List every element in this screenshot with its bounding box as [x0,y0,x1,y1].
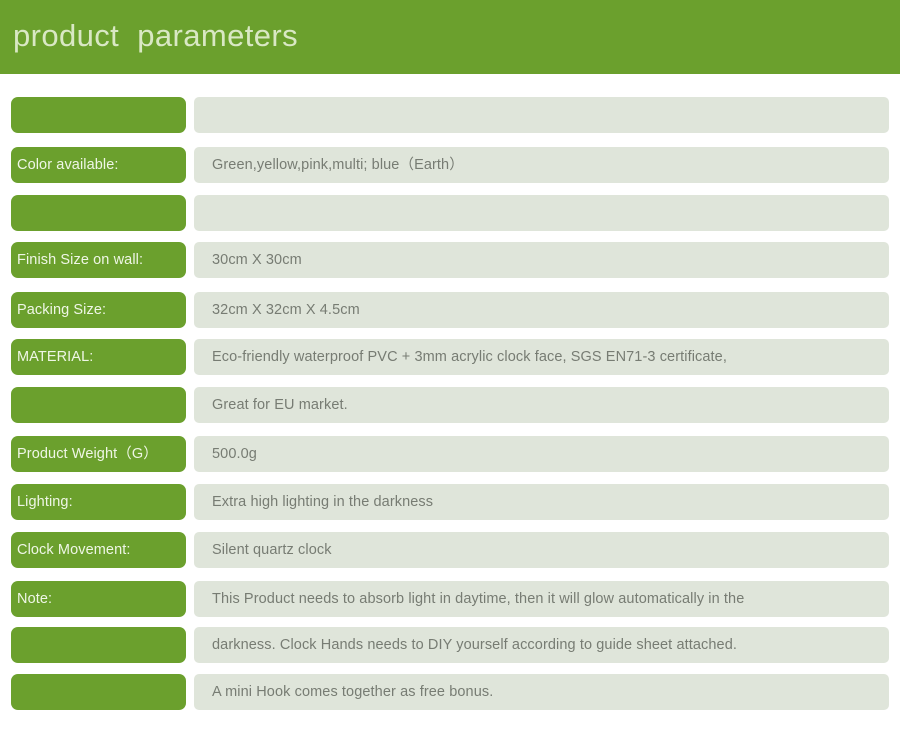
table-row: Color available: Green,yellow,pink,multi;… [0,147,900,183]
parameter-value-pill: 500.0g [194,436,889,472]
table-row: Product Weight（G） 500.0g [0,436,900,472]
parameter-value-pill: 32cm X 32cm X 4.5cm [194,292,889,328]
parameter-label-text: Packing Size: [17,302,107,318]
parameter-value-text: 32cm X 32cm X 4.5cm [212,302,360,318]
parameter-label-pill [11,674,186,710]
parameter-label-pill: Color available: [11,147,186,183]
table-row: Great for EU market. [0,387,900,423]
table-row: Clock Movement: Silent quartz clock [0,532,900,568]
product-parameters-page: product parameters Color available: Green… [0,0,900,736]
parameter-label-text: MATERIAL: [17,349,94,365]
table-row: Lighting: Extra high lighting in the dark… [0,484,900,520]
parameter-label-pill: Product Weight（G） [11,436,186,472]
parameter-label-text: Clock Movement: [17,542,131,558]
parameter-value-text: 30cm X 30cm [212,252,302,268]
parameter-value-pill [194,195,889,231]
parameter-label-pill: Lighting: [11,484,186,520]
parameter-label-pill [11,387,186,423]
parameter-label-pill: Finish Size on wall: [11,242,186,278]
parameter-label-text: Lighting: [17,494,73,510]
parameter-label-pill [11,97,186,133]
parameter-value-pill: Great for EU market. [194,387,889,423]
table-row: darkness. Clock Hands needs to DIY yours… [0,627,900,663]
parameter-value-pill: 30cm X 30cm [194,242,889,278]
parameter-value-text: This Product needs to absorb light in da… [212,591,745,607]
table-row: Packing Size: 32cm X 32cm X 4.5cm [0,292,900,328]
table-row: A mini Hook comes together as free bonus… [0,674,900,710]
parameter-value-text: Extra high lighting in the darkness [212,494,434,510]
page-header-banner: product parameters [0,0,900,74]
parameter-label-text: Product Weight（G） [17,446,158,462]
parameter-value-pill: A mini Hook comes together as free bonus… [194,674,889,710]
parameter-label-text: Note: [17,591,53,607]
parameter-label-pill: MATERIAL: [11,339,186,375]
parameter-label-pill: Note: [11,581,186,617]
parameter-value-text: Great for EU market. [212,397,348,413]
parameter-value-pill: This Product needs to absorb light in da… [194,581,889,617]
parameters-table: Color available: Green,yellow,pink,multi;… [0,74,900,736]
parameter-value-pill: Extra high lighting in the darkness [194,484,889,520]
parameter-value-text: Silent quartz clock [212,542,332,558]
table-row [0,97,900,133]
parameter-label-text: Color available: [17,157,119,173]
table-row: Finish Size on wall: 30cm X 30cm [0,242,900,278]
parameter-value-pill: Silent quartz clock [194,532,889,568]
parameter-value-text: 500.0g [212,446,257,462]
parameter-value-pill: Eco-friendly waterproof PVC + 3mm acryli… [194,339,889,375]
parameter-label-pill: Clock Movement: [11,532,186,568]
parameter-label-pill [11,627,186,663]
table-row [0,195,900,231]
table-row: Note: This Product needs to absorb light … [0,581,900,617]
parameter-value-text: Green,yellow,pink,multi; blue（Earth） [212,157,464,173]
parameter-label-pill [11,195,186,231]
parameter-value-text: darkness. Clock Hands needs to DIY yours… [212,637,737,653]
parameter-value-pill [194,97,889,133]
parameter-label-pill: Packing Size: [11,292,186,328]
table-row: MATERIAL: Eco-friendly waterproof PVC + 3… [0,339,900,375]
parameter-value-text: Eco-friendly waterproof PVC + 3mm acryli… [212,349,727,365]
parameter-value-pill: darkness. Clock Hands needs to DIY yours… [194,627,889,663]
parameter-value-pill: Green,yellow,pink,multi; blue（Earth） [194,147,889,183]
page-title: product parameters [13,18,299,53]
parameter-label-text: Finish Size on wall: [17,252,144,268]
parameter-value-text: A mini Hook comes together as free bonus… [212,684,494,700]
